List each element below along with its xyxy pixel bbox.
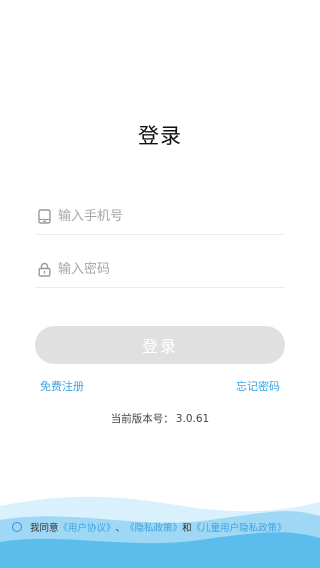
children-privacy-link[interactable]: 《儿童用户隐私政策》 [192,520,287,534]
agree-checkbox[interactable] [12,522,22,532]
phone-icon [36,209,52,225]
privacy-policy-link[interactable]: 《隐私政策》 [125,520,182,534]
page-title: 登录 [138,124,182,148]
version-label: 当前版本号： [110,413,174,425]
lock-icon [36,262,52,278]
agreement-and: 和 [182,523,192,534]
agreement-row: 我同意 《用户协议》 、 《隐私政策》 和 《儿童用户隐私政策》 [12,519,312,535]
login-button[interactable]: 登录 [35,326,285,364]
password-field [35,252,285,288]
user-agreement-link[interactable]: 《用户协议》 [59,520,116,534]
version-info: 当前版本号： 3.0.61 [0,411,320,426]
agreement-prefix: 我同意 [30,523,59,534]
agreement-separator: 、 [115,523,126,534]
register-link[interactable]: 免费注册 [40,378,84,394]
phone-field [35,199,285,235]
phone-input[interactable] [58,201,285,232]
forgot-password-link[interactable]: 忘记密码 [236,378,280,394]
password-input[interactable] [58,254,285,285]
version-number: 3.0.61 [175,413,210,425]
